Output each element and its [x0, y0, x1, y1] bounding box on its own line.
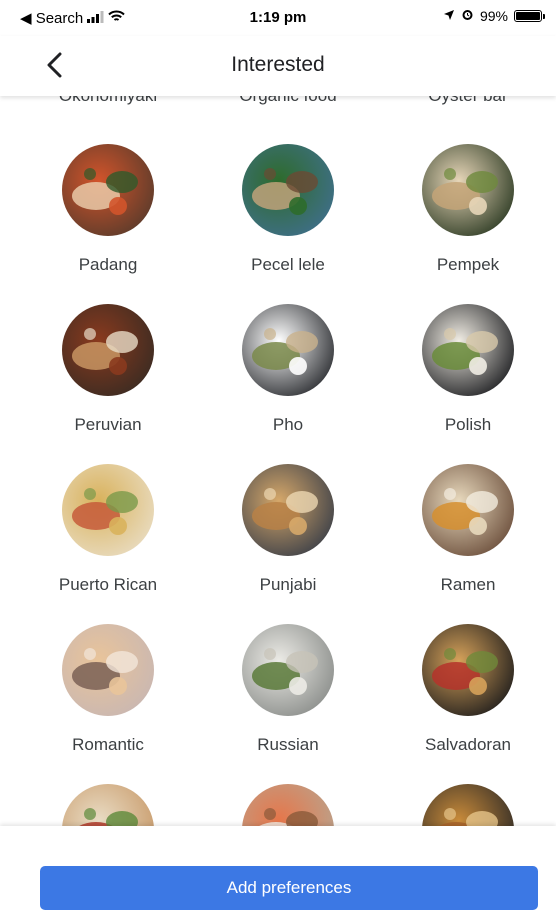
- status-bar: ◀ Search 1:19 pm 99%: [0, 0, 556, 36]
- battery-icon: [514, 10, 545, 22]
- cuisine-photo: [242, 624, 334, 716]
- cuisine-photo: [242, 784, 334, 826]
- battery-level: [516, 12, 540, 20]
- cuisine-label: Pecel lele: [251, 255, 325, 274]
- location-arrow-icon: [443, 8, 455, 24]
- cuisine-photo: [422, 304, 514, 396]
- screen: ◀ Search 1:19 pm 99% Interested Padang P…: [0, 0, 556, 922]
- cuisine-photo: [62, 784, 154, 826]
- cuisine-photo: [62, 144, 154, 236]
- cuisine-item[interactable]: [378, 784, 556, 826]
- cuisine-label: Puerto Rican: [58, 575, 158, 594]
- cuisine-label: Romantic: [72, 735, 144, 754]
- cuisine-photo: [62, 304, 154, 396]
- cuisine-label: Peruvian: [74, 415, 142, 434]
- cuisine-item[interactable]: Padang: [18, 144, 198, 294]
- cuisine-label-partial[interactable]: Okonomiyaki: [18, 96, 198, 106]
- status-right: 99%: [443, 8, 545, 24]
- cuisine-photo: [242, 144, 334, 236]
- cuisine-photo: [62, 464, 154, 556]
- cuisine-item[interactable]: Puerto Rican: [18, 464, 198, 614]
- cuisine-item[interactable]: Peruvian: [18, 304, 198, 454]
- cuisine-photo: [422, 784, 514, 826]
- cuisine-item[interactable]: Polish: [378, 304, 556, 454]
- cuisine-item[interactable]: Punjabi: [198, 464, 378, 614]
- cuisine-item[interactable]: [18, 784, 198, 826]
- cuisine-photo: [422, 144, 514, 236]
- alarm-icon: [461, 8, 474, 24]
- cuisine-photo: [422, 464, 514, 556]
- cuisine-grid: Okonomiyaki Organic food Oyster bar Pada…: [0, 96, 556, 826]
- cuisine-photo: [242, 464, 334, 556]
- cuisine-label-partial[interactable]: Organic food: [198, 96, 378, 106]
- cuisine-photo: [422, 624, 514, 716]
- cuisine-item[interactable]: Pempek: [378, 144, 556, 294]
- cuisine-item[interactable]: Ramen: [378, 464, 556, 614]
- cuisine-item[interactable]: Pecel lele: [198, 144, 378, 294]
- cuisine-photo: [242, 304, 334, 396]
- cuisine-item[interactable]: [198, 784, 378, 826]
- page-title: Interested: [231, 53, 325, 76]
- cuisine-label: Polish: [444, 415, 492, 434]
- cuisine-item[interactable]: Salvadoran: [378, 624, 556, 774]
- cuisine-item[interactable]: Pho: [198, 304, 378, 454]
- partial-row: Okonomiyaki Organic food Oyster bar: [0, 96, 556, 108]
- add-preferences-button[interactable]: Add preferences: [40, 866, 538, 910]
- cuisine-label: Russian: [257, 735, 319, 754]
- bottom-bar: Add preferences: [0, 826, 556, 922]
- cuisine-label: Pempek: [436, 255, 500, 274]
- cuisine-label: Padang: [78, 255, 138, 274]
- cuisine-label-partial[interactable]: Oyster bar: [378, 96, 556, 106]
- cuisine-item[interactable]: Russian: [198, 624, 378, 774]
- top-app-bar: Interested: [0, 36, 556, 96]
- cuisine-item[interactable]: Romantic: [18, 624, 198, 774]
- cuisine-photo: [62, 624, 154, 716]
- battery-percent: 99%: [479, 8, 508, 24]
- cuisine-label: Pho: [272, 415, 304, 434]
- cuisine-label: Ramen: [440, 575, 496, 594]
- cuisine-label: Punjabi: [259, 575, 317, 594]
- cuisine-label: Salvadoran: [424, 735, 511, 754]
